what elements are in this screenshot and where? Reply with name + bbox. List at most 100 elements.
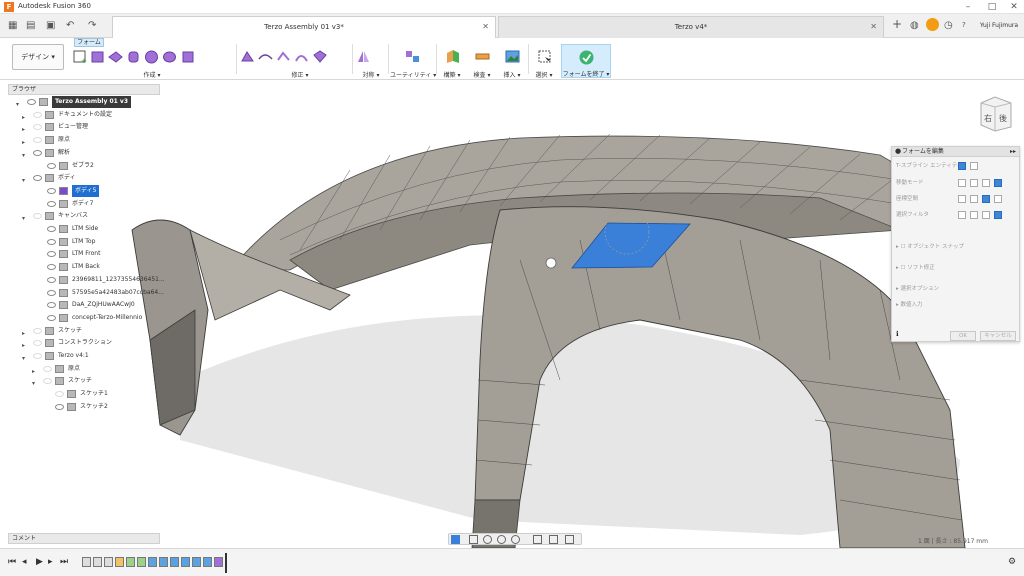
sphere-icon[interactable]: [144, 49, 159, 64]
visibility-eye-icon[interactable]: [33, 340, 42, 347]
file-menu-icon[interactable]: ▤: [26, 20, 35, 31]
visibility-eye-icon[interactable]: [47, 162, 56, 169]
check-icon[interactable]: [579, 50, 594, 65]
timeline-feature[interactable]: [214, 557, 223, 567]
visibility-eye-icon[interactable]: [33, 111, 42, 118]
select-icon[interactable]: [537, 49, 552, 64]
visibility-eye-icon[interactable]: [47, 238, 56, 245]
world-space-icon[interactable]: [958, 195, 966, 203]
fill-hole-icon[interactable]: [312, 49, 327, 64]
close-tab-icon[interactable]: ✕: [482, 22, 489, 31]
construct-group[interactable]: 構築 ▾: [438, 46, 466, 80]
browser-node[interactable]: ▾ 解析: [8, 147, 158, 159]
browser-node[interactable]: LTM Back: [8, 261, 158, 273]
clear-selection-icon[interactable]: [970, 162, 978, 170]
insert-edge-icon[interactable]: [258, 49, 273, 64]
vertex-filter-icon[interactable]: [958, 211, 966, 219]
rotation-icon[interactable]: [982, 179, 990, 187]
timeline-feature[interactable]: [126, 557, 135, 567]
timeline-feature[interactable]: [104, 557, 113, 567]
visibility-eye-icon[interactable]: [43, 378, 52, 385]
go-to-start-icon[interactable]: ⏮: [8, 557, 16, 567]
collapse-icon[interactable]: ●: [895, 147, 901, 156]
browser-node[interactable]: ゼブラ2: [8, 160, 158, 172]
scale-icon[interactable]: [994, 179, 1002, 187]
visibility-eye-icon[interactable]: [47, 289, 56, 296]
browser-node[interactable]: スケッチ2: [8, 401, 158, 413]
utilities-group[interactable]: ユーティリティ ▾: [390, 46, 436, 80]
visibility-eye-icon[interactable]: [27, 99, 36, 105]
insert-image-icon[interactable]: [505, 49, 520, 64]
timeline-feature[interactable]: [192, 557, 201, 567]
visibility-eye-icon[interactable]: [33, 175, 42, 182]
visibility-eye-icon[interactable]: [33, 327, 42, 334]
browser-node[interactable]: 23969811_12373554636451...: [8, 274, 165, 286]
browser-node[interactable]: ボディ5: [8, 184, 158, 197]
workspace-selector[interactable]: デザイン ▾: [12, 44, 64, 70]
insert-group[interactable]: 挿入 ▾: [498, 46, 526, 80]
edge-filter-icon[interactable]: [970, 211, 978, 219]
visibility-eye-icon[interactable]: [33, 137, 42, 144]
viewports-icon[interactable]: [565, 535, 574, 544]
visibility-eye-icon[interactable]: [55, 391, 64, 398]
browser-node[interactable]: LTM Top: [8, 236, 158, 248]
inspect-group[interactable]: 検査 ▾: [468, 46, 496, 80]
display-settings-icon[interactable]: [533, 535, 542, 544]
browser-node[interactable]: concept-Terzo-Millennio: [8, 312, 158, 324]
grid-settings-icon[interactable]: [549, 535, 558, 544]
look-at-icon[interactable]: [469, 535, 478, 544]
timeline-feature[interactable]: [159, 557, 168, 567]
quadball-icon[interactable]: [180, 49, 195, 64]
app-grid-icon[interactable]: ▦: [8, 20, 17, 31]
browser-node[interactable]: ▾ Terzo Assembly 01 v3: [8, 96, 158, 108]
create-form-icon[interactable]: +: [72, 49, 87, 64]
edit-form-header[interactable]: ● フォームを編集 ▸▸: [892, 147, 1019, 157]
close-window-button[interactable]: ✕: [1006, 1, 1022, 13]
notifications-icon[interactable]: ◷: [944, 20, 953, 31]
visibility-eye-icon[interactable]: [47, 251, 56, 258]
browser-node[interactable]: ▾ Terzo v4:1: [8, 350, 158, 362]
pan-icon[interactable]: [483, 535, 492, 544]
browser-node[interactable]: ボディ7: [8, 198, 158, 210]
utilities-icon[interactable]: [405, 49, 420, 64]
view-space-icon[interactable]: [970, 195, 978, 203]
browser-node[interactable]: ▸ コンストラクション: [8, 337, 158, 349]
fit-icon[interactable]: [511, 535, 520, 544]
browser-node[interactable]: DaA_ZQjHUwAACwJ0: [8, 299, 158, 311]
all-filter-icon[interactable]: [994, 211, 1002, 219]
symmetry-group[interactable]: 対称 ▾: [356, 46, 386, 80]
browser-node[interactable]: スケッチ1: [8, 388, 158, 400]
browser-node[interactable]: ▸ スケッチ: [8, 325, 158, 337]
timeline-feature[interactable]: [203, 557, 212, 567]
visibility-eye-icon[interactable]: [47, 264, 56, 271]
viewcube[interactable]: 右 後: [975, 93, 1015, 133]
expand-arrow-icon[interactable]: ▸▸: [1010, 147, 1016, 156]
timeline-settings-icon[interactable]: ⚙: [1008, 557, 1016, 567]
browser-header[interactable]: ブラウザ: [8, 84, 160, 95]
modify-group[interactable]: 修正 ▾: [240, 46, 360, 80]
cancel-button[interactable]: キャンセル: [980, 331, 1016, 341]
timeline-feature[interactable]: [170, 557, 179, 567]
browser-node[interactable]: ▾ ボディ: [8, 172, 158, 184]
visibility-eye-icon[interactable]: [33, 124, 42, 131]
translation-icon[interactable]: [970, 179, 978, 187]
browser-node[interactable]: 57595e5a42483ab07ccba64...: [8, 287, 164, 299]
timeline-feature[interactable]: [82, 557, 91, 567]
visibility-eye-icon[interactable]: [47, 276, 56, 283]
browser-node[interactable]: ▸ 原点: [8, 134, 158, 146]
maximize-button[interactable]: □: [984, 1, 1000, 13]
tab-terzo-v4[interactable]: Terzo v4* ✕: [498, 16, 884, 38]
visibility-eye-icon[interactable]: [47, 302, 56, 309]
go-to-end-icon[interactable]: ⏭: [60, 557, 68, 567]
play-icon[interactable]: ▶: [36, 557, 43, 567]
browser-node[interactable]: ▸ ビュー管理: [8, 121, 158, 133]
extensions-icon[interactable]: ◍: [910, 20, 919, 31]
timeline-marker[interactable]: [225, 553, 227, 573]
user-name[interactable]: Yuji Fujimura: [980, 22, 1018, 29]
timeline-feature[interactable]: [181, 557, 190, 567]
visibility-eye-icon[interactable]: [33, 213, 42, 220]
comment-panel-header[interactable]: コメント: [8, 533, 160, 544]
construct-plane-icon[interactable]: [445, 49, 460, 64]
browser-node[interactable]: LTM Front: [8, 248, 158, 260]
numeric-input-section[interactable]: ▸ 数値入力: [896, 299, 1017, 311]
